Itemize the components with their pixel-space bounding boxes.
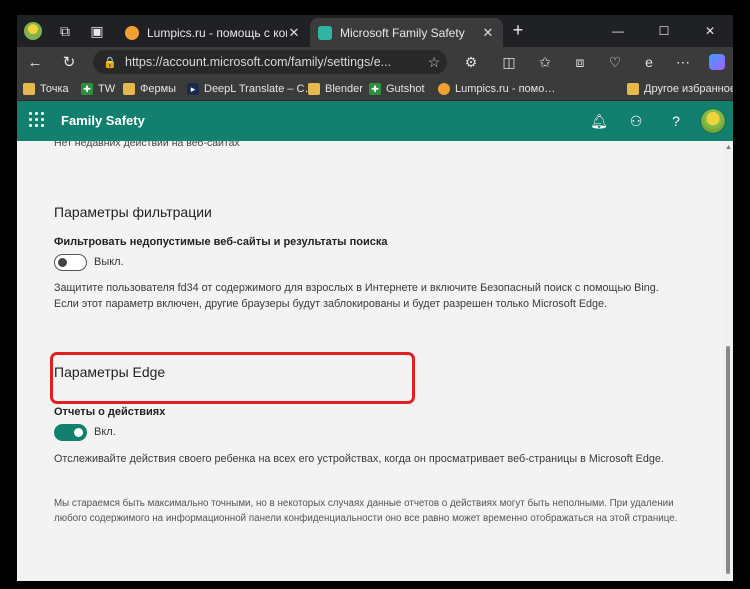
tab-strip: ⧉ ▣ Lumpics.ru - помощь с компьют… ✕ Mic… — [17, 15, 733, 47]
back-arrow-icon[interactable]: ← — [25, 52, 45, 72]
no-activity-text: Нет недавних действий на веб-сайтах — [54, 141, 240, 149]
help-icon[interactable]: ? — [667, 112, 685, 130]
deepl-icon: ▸ — [187, 83, 199, 95]
bookmark-label: TW — [98, 83, 116, 95]
bookmark-label: Gutshot — [386, 83, 425, 95]
copilot-icon[interactable] — [707, 52, 727, 72]
user-avatar[interactable] — [700, 108, 726, 134]
filter-sites-label: Фильтровать недопустимые веб-сайты и рез… — [54, 236, 388, 248]
minimize-icon[interactable]: — — [595, 15, 641, 47]
disclaimer-text: Мы стараемся быть максимально точными, н… — [54, 498, 678, 524]
activity-reports-description: Отслеживайте действия своего ребенка на … — [54, 453, 664, 465]
lock-icon: 🔒 — [103, 56, 117, 69]
browser-window: ⧉ ▣ Lumpics.ru - помощь с компьют… ✕ Mic… — [17, 15, 733, 581]
toggle-knob — [74, 428, 83, 437]
bookmark-label: Фермы — [140, 83, 177, 95]
close-window-icon[interactable]: ✕ — [687, 15, 733, 47]
scroll-thumb[interactable] — [726, 346, 730, 574]
bookmark-fermy[interactable]: Фермы — [123, 80, 176, 98]
favorites-icon[interactable]: ✩ — [535, 52, 555, 72]
tab-family-safety[interactable]: Microsoft Family Safety ✕ — [310, 18, 503, 47]
tab-lumpics[interactable]: Lumpics.ru - помощь с компьют… ✕ — [117, 18, 309, 47]
filter-description-line1: Защитите пользователя fd34 от содержимог… — [54, 282, 659, 294]
bookmark-label: Другое избранное — [644, 83, 733, 95]
tab-title: Lumpics.ru - помощь с компьют… — [147, 25, 287, 40]
profile-avatar-icon[interactable] — [23, 21, 43, 41]
refresh-icon[interactable]: ↻ — [59, 52, 79, 72]
close-tab-icon[interactable]: ✕ — [481, 25, 495, 41]
address-toolbar: ← ↻ 🔒 https://account.microsoft.com/fami… — [17, 47, 733, 77]
new-tab-button[interactable]: + — [508, 21, 528, 41]
app-title: Family Safety — [61, 113, 145, 128]
folder-icon — [23, 83, 35, 95]
bookmark-label: Точка — [40, 83, 69, 95]
notifications-bell-icon[interactable]: 🔔︎ — [590, 112, 608, 130]
bookmark-label: Blender — [325, 83, 363, 95]
bookmark-lumpics[interactable]: Lumpics.ru - помо… — [438, 80, 555, 98]
page-scrollbar[interactable]: ▲ — [723, 141, 733, 581]
filter-sites-state: Выкл. — [94, 256, 124, 268]
maximize-icon[interactable]: ☐ — [641, 15, 687, 47]
activity-reports-toggle[interactable] — [54, 424, 87, 441]
extensions-icon[interactable]: ⚙ — [461, 52, 481, 72]
filter-description-line2: Если этот параметр включен, другие брауз… — [54, 298, 608, 310]
workspaces-icon[interactable]: ⧉ — [55, 21, 75, 41]
folder-icon — [308, 83, 320, 95]
bookmarks-bar: Точка ✚ TW Фермы ▸ DeepL Translate – С… … — [17, 77, 733, 101]
family-settings-icon[interactable]: ⚇ — [627, 112, 645, 130]
address-bar[interactable]: 🔒 https://account.microsoft.com/family/s… — [93, 50, 447, 74]
close-tab-icon[interactable]: ✕ — [287, 25, 301, 41]
bookmark-blender[interactable]: Blender — [308, 80, 363, 98]
edge-bar-icon[interactable]: e — [639, 52, 659, 72]
family-safety-favicon-icon — [318, 25, 332, 40]
lumpics-icon — [438, 83, 450, 95]
filter-sites-toggle[interactable] — [54, 254, 87, 271]
address-text: https://account.microsoft.com/family/set… — [125, 55, 392, 69]
scroll-up-icon[interactable]: ▲ — [725, 144, 732, 151]
split-screen-icon[interactable]: ◫ — [499, 52, 519, 72]
bookmark-tw[interactable]: ✚ TW — [81, 80, 115, 98]
favorite-star-icon[interactable]: ☆ — [421, 54, 447, 71]
bookmark-label: Lumpics.ru - помо… — [455, 83, 556, 95]
filter-settings-heading: Параметры фильтрации — [54, 204, 212, 220]
edge-settings-heading: Параметры Edge — [54, 364, 166, 380]
bookmark-other-favorites[interactable]: Другое избранное — [627, 80, 733, 98]
collections-icon[interactable]: ⧈ — [570, 52, 590, 72]
bookmark-icon: ✚ — [81, 83, 93, 95]
tab-actions-icon[interactable]: ▣ — [87, 21, 107, 41]
tab-title: Microsoft Family Safety — [340, 25, 465, 40]
bookmark-tochka[interactable]: Точка — [23, 80, 69, 98]
activity-reports-state: Вкл. — [94, 426, 116, 438]
bookmark-gutshot[interactable]: ✚ Gutshot — [369, 80, 425, 98]
folder-icon — [123, 83, 135, 95]
settings-content: Нет недавних действий на веб-сайтах Пара… — [17, 141, 733, 581]
browser-essentials-icon[interactable]: ♡ — [605, 52, 625, 72]
app-header: Family Safety 🔔︎ ⚇ ? — [17, 101, 733, 141]
menu-dots-icon[interactable]: ⋯ — [673, 52, 693, 72]
folder-icon — [627, 83, 639, 95]
app-launcher-icon[interactable] — [29, 112, 45, 128]
bookmark-label: DeepL Translate – С… — [204, 83, 316, 95]
bookmark-deepl[interactable]: ▸ DeepL Translate – С… — [187, 80, 315, 98]
toggle-knob — [58, 258, 67, 267]
bookmark-icon: ✚ — [369, 83, 381, 95]
activity-reports-label: Отчеты о действиях — [54, 406, 166, 418]
lumpics-favicon-icon — [125, 25, 139, 40]
